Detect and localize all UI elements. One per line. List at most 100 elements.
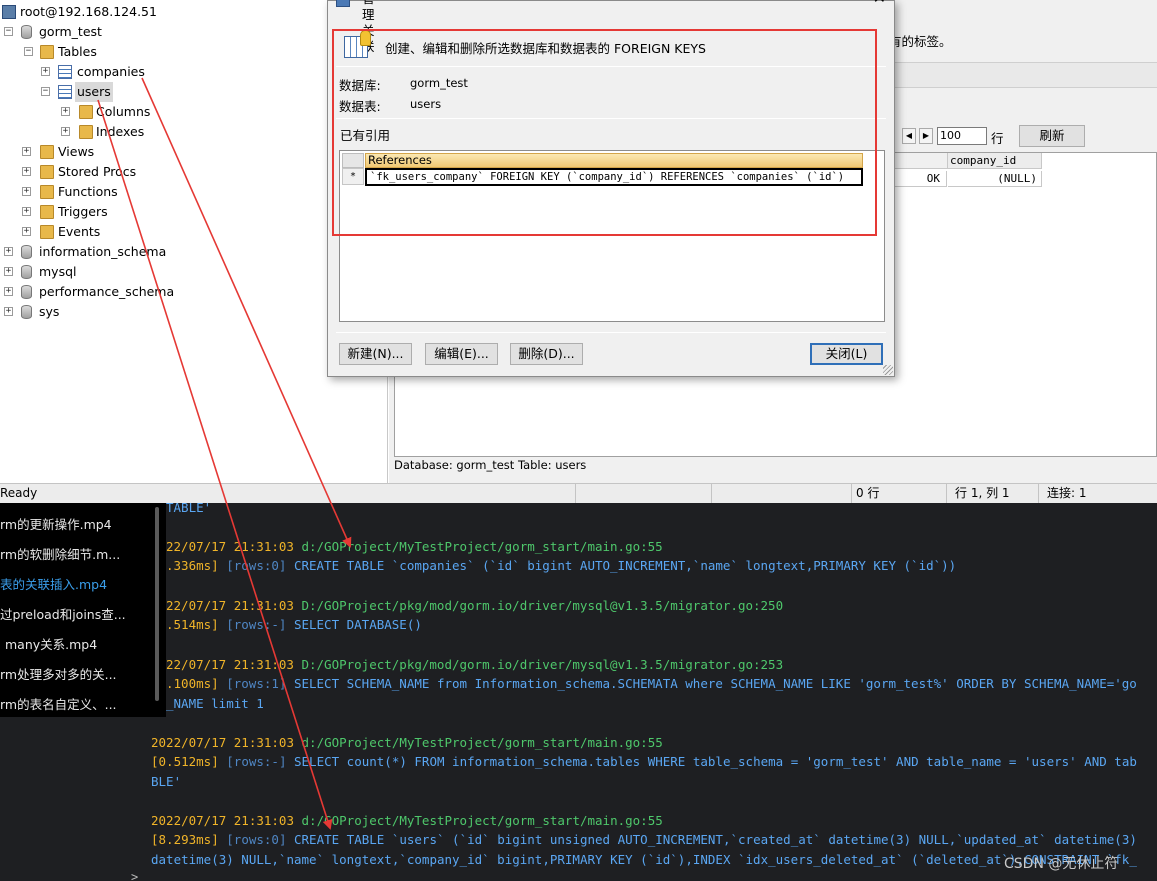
term-line: TABLE' <box>166 503 212 515</box>
next-page-icon[interactable]: ▶ <box>919 128 933 144</box>
database-icon <box>21 285 32 299</box>
database-icon <box>21 305 32 319</box>
term-line: .100ms] [rows:1] SELECT SCHEMA_NAME from… <box>166 676 1137 691</box>
delete-button[interactable]: 删除(D)... <box>510 343 583 365</box>
playlist-item[interactable]: rm的更新操作.mp4 <box>0 515 160 535</box>
tree-label-procs: Stored Procs <box>58 164 137 179</box>
status-cursor-position: 行 1, 列 1 <box>946 484 1038 503</box>
row-limit-unit: 行 <box>991 131 1004 146</box>
expand-icon[interactable]: + <box>22 227 31 236</box>
playlist-item-active[interactable]: 表的关联插入.mp4 <box>0 575 160 595</box>
edit-button[interactable]: 编辑(E)... <box>425 343 498 365</box>
tree-label-information-schema: information_schema <box>39 244 167 259</box>
folder-icon <box>40 225 54 239</box>
collapse-icon[interactable]: − <box>24 47 33 56</box>
playlist-item[interactable]: many关系.mp4 <box>5 635 165 655</box>
new-button[interactable]: 新建(N)... <box>339 343 412 365</box>
tree-label-functions: Functions <box>58 184 118 199</box>
tree-label-columns: Columns <box>96 104 151 119</box>
expand-icon[interactable]: + <box>22 147 31 156</box>
tree-label-database: gorm_test <box>39 24 102 39</box>
term-line: 22/07/17 21:31:03 D:/GOProject/pkg/mod/g… <box>166 657 784 672</box>
folder-icon <box>79 105 93 119</box>
info-text: 有的标签。 <box>889 34 952 49</box>
expand-icon[interactable]: + <box>22 207 31 216</box>
folder-icon <box>40 145 54 159</box>
tree-label-companies: companies <box>77 64 145 79</box>
expand-icon[interactable]: + <box>61 107 70 116</box>
status-spacer <box>575 484 711 503</box>
tree-label-tables: Tables <box>58 44 97 59</box>
table-footer-info: Database: gorm_test Table: users <box>394 458 587 472</box>
relation-icon <box>336 0 350 7</box>
collapse-icon[interactable]: − <box>41 87 50 96</box>
status-row-count: 0 行 <box>851 484 946 503</box>
expand-icon[interactable]: + <box>4 287 13 296</box>
terminal-output[interactable]: TABLE' 22/07/17 21:31:03 d:/GOProject/My… <box>0 503 1157 881</box>
term-line: [0.512ms] [rows:-] SELECT count(*) FROM … <box>151 754 1137 769</box>
status-spacer-2 <box>711 484 851 503</box>
grid-cell-company-id[interactable]: (NULL) <box>948 171 1042 187</box>
expand-icon[interactable]: + <box>4 267 13 276</box>
database-icon <box>21 25 32 39</box>
status-bar: Ready 0 行 行 1, 列 1 连接: 1 <box>0 483 1157 503</box>
folder-icon <box>40 45 54 59</box>
tree-label-views: Views <box>58 144 95 159</box>
tree-label-users: users <box>75 82 113 102</box>
terminal-prompt[interactable]: > <box>131 870 138 881</box>
term-line: .336ms] [rows:0] CREATE TABLE `companies… <box>166 558 957 573</box>
expand-icon[interactable]: + <box>4 247 13 256</box>
table-icon <box>58 65 72 79</box>
folder-icon <box>40 165 54 179</box>
playlist-item[interactable]: rm的表名自定义、... <box>0 695 160 715</box>
status-connections: 连接: 1 <box>1038 484 1157 503</box>
close-icon[interactable]: ✕ <box>873 0 886 7</box>
video-playlist: rm的更新操作.mp4 rm的软删除细节.m... 表的关联插入.mp4 过pr… <box>0 503 166 717</box>
playlist-item[interactable]: rm处理多对多的关... <box>0 665 160 685</box>
watermark: CSDN @无休止符 <box>1004 856 1119 872</box>
folder-icon <box>79 125 93 139</box>
row-limit-input[interactable]: 100 <box>937 127 987 145</box>
tree-label-mysql: mysql <box>39 264 77 279</box>
terminal-lines: TABLE' 22/07/17 21:31:03 d:/GOProject/My… <box>0 503 1157 881</box>
database-icon <box>21 245 32 259</box>
playlist-item[interactable]: 过preload和joins查... <box>0 605 160 625</box>
expand-icon[interactable]: + <box>61 127 70 136</box>
tree-label-sys: sys <box>39 304 60 319</box>
expand-icon[interactable]: + <box>4 307 13 316</box>
term-line: datetime(3) NULL,`name` longtext,`compan… <box>151 852 1137 867</box>
collapse-icon[interactable]: − <box>4 27 13 36</box>
playlist-scrollbar[interactable] <box>155 507 159 701</box>
tree-label-indexes: Indexes <box>96 124 145 139</box>
tree-label-events: Events <box>58 224 101 239</box>
annotation-highlight-box <box>332 29 877 236</box>
expand-icon[interactable]: + <box>22 187 31 196</box>
term-line: _NAME limit 1 <box>166 696 264 711</box>
term-line: .514ms] [rows:-] SELECT DATABASE() <box>166 617 422 632</box>
expand-icon[interactable]: + <box>22 167 31 176</box>
prev-page-icon[interactable]: ◀ <box>902 128 916 144</box>
term-line: 22/07/17 21:31:03 D:/GOProject/pkg/mod/g… <box>166 598 784 613</box>
tab-strip <box>889 62 1157 88</box>
resize-grip-icon[interactable] <box>883 365 893 375</box>
tree-label-performance-schema: performance_schema <box>39 284 175 299</box>
term-line: 2022/07/17 21:31:03 d:/GOProject/MyTestP… <box>151 813 663 828</box>
divider <box>336 332 886 333</box>
playlist-item[interactable]: rm的软删除细节.m... <box>0 545 160 565</box>
tree-label-triggers: Triggers <box>58 204 108 219</box>
term-line: 2022/07/17 21:31:03 d:/GOProject/MyTestP… <box>151 735 663 750</box>
database-icon <box>21 265 32 279</box>
term-line: 22/07/17 21:31:03 d:/GOProject/MyTestPro… <box>166 539 663 554</box>
close-button[interactable]: 关闭(L) <box>810 343 883 365</box>
server-icon <box>2 5 16 19</box>
folder-icon <box>40 185 54 199</box>
table-icon <box>58 85 72 99</box>
refresh-button[interactable]: 刷新 <box>1019 125 1085 147</box>
expand-icon[interactable]: + <box>41 67 50 76</box>
grid-cell-ok[interactable]: OK <box>895 171 947 187</box>
term-line: [8.293ms] [rows:0] CREATE TABLE `users` … <box>151 832 1137 847</box>
folder-icon <box>40 205 54 219</box>
grid-header-company-id[interactable]: company_id <box>948 153 1042 169</box>
term-line: BLE' <box>151 774 182 789</box>
status-ready: Ready <box>0 486 38 500</box>
